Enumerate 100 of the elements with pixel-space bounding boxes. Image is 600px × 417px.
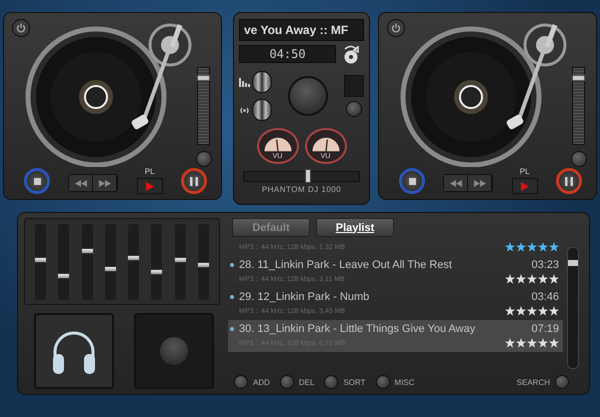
track-duration: 07:19 — [531, 322, 559, 334]
rewind-button[interactable] — [444, 175, 468, 191]
square-pad — [344, 75, 364, 97]
play-icon — [520, 182, 529, 190]
track-duration: 03:23 — [531, 258, 559, 270]
equalizer-icon — [239, 78, 250, 86]
slider-thumb[interactable] — [57, 273, 70, 280]
star-icon — [549, 306, 559, 316]
headphones-tile[interactable] — [34, 313, 114, 389]
star-icon — [505, 242, 515, 252]
scrollbar[interactable] — [567, 247, 579, 369]
star-rating[interactable] — [505, 306, 559, 316]
stop-button[interactable] — [24, 168, 50, 194]
bullet-icon — [230, 326, 234, 330]
star-icon — [527, 306, 537, 316]
stop-button[interactable] — [399, 168, 425, 194]
power-icon — [391, 23, 401, 33]
pitch-fader[interactable] — [572, 67, 585, 145]
play-icon — [146, 182, 154, 190]
power-button[interactable] — [387, 19, 405, 37]
slider-thumb[interactable] — [80, 248, 94, 254]
pause-button[interactable] — [556, 168, 582, 194]
star-icon — [538, 306, 548, 316]
playlist-tab[interactable]: Playlist — [316, 218, 394, 237]
bullet-icon — [230, 294, 234, 298]
pause-icon — [564, 176, 573, 186]
bullet-icon — [230, 262, 234, 266]
power-icon — [16, 23, 26, 33]
star-rating[interactable] — [505, 338, 559, 348]
star-icon — [549, 338, 559, 348]
track-title: 30. 13_Linkin Park - Little Things Give You Away — [239, 322, 476, 334]
track-duration: 03:46 — [531, 290, 559, 302]
track-title: 29. 12_Linkin Park - Numb — [239, 290, 370, 302]
toggle-button[interactable] — [252, 99, 272, 121]
playlist-button[interactable]: SEARCH — [516, 375, 569, 389]
pause-button[interactable] — [180, 168, 207, 194]
play-button[interactable] — [512, 178, 538, 194]
eq-slider[interactable] — [58, 224, 70, 300]
slider-thumb[interactable] — [196, 262, 210, 268]
track-title: 28. 11_Linkin Park - Leave Out All The Rest — [239, 258, 452, 270]
power-button[interactable] — [12, 19, 30, 37]
fast-forward-button[interactable] — [93, 175, 118, 191]
eq-slider[interactable] — [104, 224, 116, 300]
rewind-button[interactable] — [69, 175, 94, 191]
star-icon — [516, 306, 526, 316]
star-icon — [538, 274, 548, 284]
star-icon — [549, 274, 559, 284]
brand-label: PHANTOM DJ 1000 — [260, 185, 342, 194]
round-button[interactable] — [346, 101, 362, 117]
slider-thumb[interactable] — [150, 269, 164, 275]
star-icon — [505, 338, 515, 348]
playlist-button[interactable]: MISC — [376, 375, 415, 389]
disc-icon[interactable] — [342, 44, 360, 64]
fast-forward-icon — [474, 180, 486, 186]
broadcast-icon — [239, 106, 250, 114]
fast-forward-button[interactable] — [468, 175, 492, 191]
cue-button[interactable] — [196, 151, 212, 167]
eq-slider[interactable] — [35, 224, 46, 300]
toggle-button[interactable] — [252, 71, 272, 93]
fader-thumb[interactable] — [197, 74, 210, 81]
star-icon — [505, 306, 515, 316]
eq-slider[interactable] — [198, 224, 209, 300]
pl-label: PL — [520, 167, 530, 176]
eq-slider[interactable] — [151, 224, 162, 300]
star-icon — [527, 242, 537, 252]
playlist-button[interactable]: DEL — [280, 375, 314, 389]
rewind-icon — [74, 180, 87, 186]
slider-thumb[interactable] — [34, 257, 48, 264]
slider-thumb[interactable] — [174, 257, 187, 264]
speaker-tile[interactable] — [134, 313, 214, 389]
star-icon — [549, 242, 559, 252]
star-rating[interactable] — [505, 242, 559, 252]
star-rating[interactable] — [505, 274, 559, 284]
scroll-thumb[interactable] — [568, 260, 578, 266]
eq-slider[interactable] — [128, 224, 140, 300]
fast-forward-icon — [98, 180, 111, 186]
star-icon — [505, 274, 515, 284]
playlist-button[interactable]: SORT — [324, 375, 366, 389]
pitch-fader[interactable] — [197, 67, 210, 145]
star-icon — [516, 242, 526, 252]
volume-knob[interactable] — [288, 76, 328, 116]
eq-slider[interactable] — [174, 224, 186, 300]
playlist-button[interactable]: ADD — [234, 375, 270, 389]
track-title-display: ve You Away :: MF — [239, 19, 364, 41]
eq-slider[interactable] — [82, 224, 93, 300]
pl-label: PL — [144, 167, 155, 176]
star-icon — [527, 338, 537, 348]
slider-thumb[interactable] — [127, 255, 140, 261]
slider-thumb[interactable] — [104, 266, 117, 272]
crossfader[interactable] — [243, 171, 360, 182]
star-icon — [538, 242, 548, 252]
star-icon — [516, 338, 526, 348]
star-icon — [527, 274, 537, 284]
crossfader-thumb[interactable] — [304, 169, 310, 183]
play-button[interactable] — [136, 178, 163, 194]
pause-icon — [190, 176, 198, 186]
star-icon — [538, 338, 548, 348]
cue-button[interactable] — [570, 151, 586, 167]
fader-thumb[interactable] — [572, 74, 585, 81]
rewind-icon — [450, 180, 462, 186]
